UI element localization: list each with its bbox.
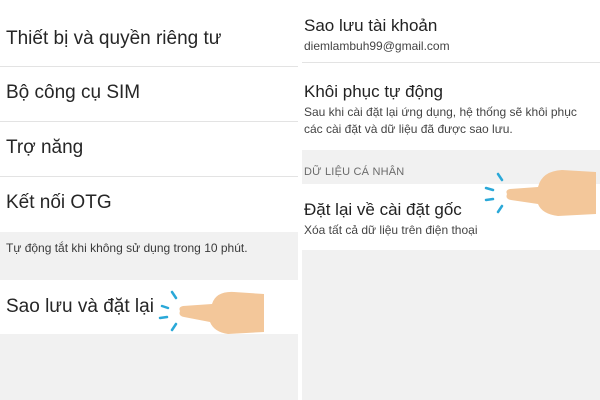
settings-item-label: Kết nối OTG xyxy=(6,192,112,213)
settings-item-label: Thiết bị và quyền riêng tư xyxy=(6,28,222,49)
settings-item-label: Sao lưu và đặt lại xyxy=(6,296,154,317)
auto-restore-item[interactable]: Khôi phục tự động Sau khi cài đặt lại ứn… xyxy=(302,63,600,150)
auto-restore-title: Khôi phục tự động xyxy=(304,82,443,101)
section-header-personal-data: DỮ LIỆU CÁ NHÂN xyxy=(304,166,405,178)
settings-screen: Thiết bị và quyền riêng tư Bộ công cụ SI… xyxy=(0,0,600,400)
tap-indicator-icon xyxy=(484,172,504,214)
backup-account-email: diemlambuh99@gmail.com xyxy=(304,39,450,53)
settings-item-accessibility[interactable]: Trợ năng xyxy=(0,122,298,176)
backup-reset-panel: Sao lưu tài khoản diemlambuh99@gmail.com… xyxy=(302,0,600,400)
factory-reset-desc: Xóa tất cả dữ liệu trên điện thoại xyxy=(304,223,478,237)
settings-item-otg[interactable]: Kết nối OTG xyxy=(0,177,298,232)
pointing-hand-icon xyxy=(484,170,596,216)
tap-indicator-icon xyxy=(158,290,178,332)
factory-reset-title: Đặt lại về cài đặt gốc xyxy=(304,200,462,219)
settings-item-label: Bộ công cụ SIM xyxy=(6,82,141,103)
otg-note: Tự động tắt khi không sử dụng trong 10 p… xyxy=(6,241,248,255)
settings-item-label: Trợ năng xyxy=(6,137,84,158)
pointing-hand-icon xyxy=(158,290,264,334)
backup-account-item[interactable]: Sao lưu tài khoản diemlambuh99@gmail.com xyxy=(302,0,600,62)
auto-restore-desc-line1: Sau khi cài đặt lại ứng dụng, hệ thống s… xyxy=(304,105,577,119)
backup-account-title: Sao lưu tài khoản xyxy=(304,16,438,35)
settings-item-privacy[interactable]: Thiết bị và quyền riêng tư xyxy=(0,0,298,66)
settings-item-sim-toolkit[interactable]: Bộ công cụ SIM xyxy=(0,67,298,121)
settings-list-panel: Thiết bị và quyền riêng tư Bộ công cụ SI… xyxy=(0,0,298,400)
auto-restore-desc-line2: các cài đặt và dữ liệu đã được sao lưu. xyxy=(304,122,513,136)
